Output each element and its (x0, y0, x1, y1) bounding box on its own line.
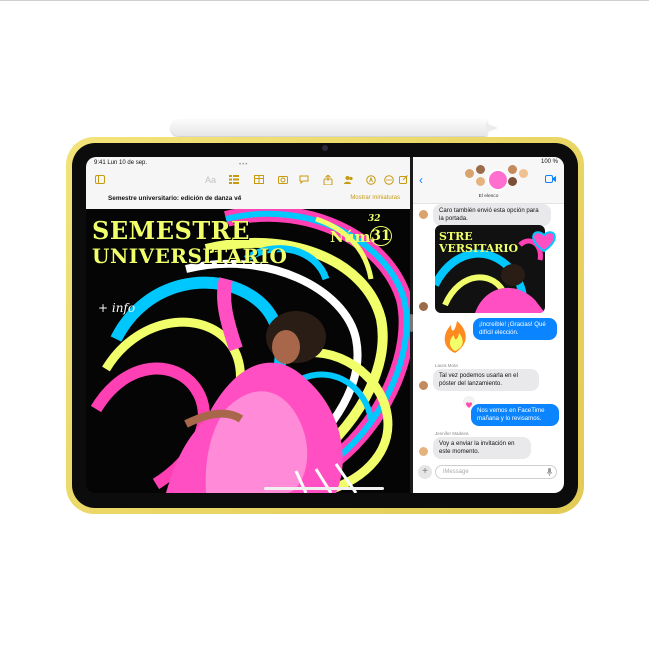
participant-avatar[interactable] (476, 177, 485, 186)
facetime-video-icon[interactable] (545, 175, 556, 186)
comment-icon[interactable] (299, 175, 309, 186)
collab-icon[interactable] (344, 175, 354, 186)
poster-title-line1: SEMESTRE (92, 216, 250, 245)
group-avatar[interactable] (487, 169, 509, 191)
pencil-tip (486, 123, 498, 133)
document-title[interactable]: Semestre universitario: edición de danza… (108, 195, 241, 202)
message-bubble-incoming[interactable]: Voy a enviar la invitación en este momen… (433, 437, 531, 459)
participant-avatar[interactable] (519, 169, 528, 178)
participant-avatar[interactable] (465, 169, 474, 178)
home-indicator[interactable] (264, 487, 384, 490)
poster-title-line2: UNIVERSITARIO (92, 244, 288, 268)
camera-icon (322, 145, 328, 151)
pen-icon[interactable] (366, 175, 376, 187)
message-bubble-incoming[interactable]: Caro también envió esta opción para la p… (433, 204, 551, 226)
message-bubble-incoming[interactable]: Tal vez podemos usarla en el póster del … (433, 369, 539, 391)
issue-label: Núm. (330, 228, 376, 246)
messages-app: 100 % ‹ El elenco Caro también envió est… (413, 157, 564, 493)
pages-toolbar: 9:41 Lun 10 de sep. ••• Aa Semestre univ… (86, 157, 410, 209)
compose-icon[interactable] (399, 175, 408, 186)
heart-sticker (531, 229, 557, 258)
conversation-header: 100 % ‹ El elenco (413, 157, 564, 204)
sender-avatar (419, 381, 428, 390)
sidebar-icon[interactable] (95, 175, 105, 186)
media-icon[interactable] (278, 175, 288, 186)
thumbnail-title-2: VERSITARIO (439, 242, 519, 255)
message-bubble-outgoing[interactable]: Nos vemos en FaceTime mañana y lo revisa… (471, 404, 559, 426)
message-input-placeholder: iMessage (443, 469, 469, 475)
microphone-icon[interactable] (547, 468, 552, 478)
status-time: 9:41 Lun 10 de sep. (94, 160, 148, 166)
fire-sticker (439, 317, 471, 360)
pencil (171, 120, 487, 136)
add-attachment-button[interactable]: + (418, 465, 432, 479)
more-icon[interactable] (384, 175, 394, 187)
back-chevron-icon[interactable]: ‹ (419, 173, 423, 187)
group-name[interactable]: El elenco (413, 194, 564, 199)
thumbnail-title-1: STRE (439, 230, 473, 243)
issue-small-number: 32 (368, 214, 381, 224)
battery-status: 100 % (540, 159, 558, 165)
share-icon[interactable] (323, 174, 333, 187)
participant-avatar[interactable] (508, 165, 517, 174)
screen: 9:41 Lun 10 de sep. ••• Aa Semestre univ… (86, 157, 564, 493)
sender-avatar (419, 210, 428, 219)
shared-image-thumbnail[interactable]: STRE VERSITARIO (435, 225, 545, 313)
message-bubble-outgoing[interactable]: ¡Increíble! ¡Gracias! Qué difícil elecci… (473, 318, 557, 340)
participant-avatar[interactable] (476, 165, 485, 174)
handwritten-note: + info (98, 301, 136, 315)
poster-canvas[interactable]: SEMESTRE UNIVERSITARIO Núm. 32 31 + info (86, 209, 410, 493)
sender-avatar (419, 447, 428, 456)
sender-avatar (419, 302, 428, 311)
sender-name: Laura Mota (435, 363, 458, 368)
message-input[interactable]: iMessage (435, 465, 557, 479)
top-divider-line (0, 0, 649, 1)
table-icon[interactable] (254, 175, 264, 186)
multitasking-dots-icon[interactable]: ••• (239, 162, 248, 168)
text-format-icon[interactable]: Aa (205, 175, 216, 185)
participant-avatar[interactable] (508, 177, 517, 186)
issue-number: 31 (370, 226, 392, 246)
list-icon[interactable] (229, 175, 239, 186)
chevron-down-icon[interactable]: ⌄ (236, 195, 241, 202)
show-thumbnails-link[interactable]: Mostrar miniaturas (350, 195, 400, 201)
pages-app: 9:41 Lun 10 de sep. ••• Aa Semestre univ… (86, 157, 410, 493)
sender-name: Jennifer Madeira (435, 431, 469, 436)
